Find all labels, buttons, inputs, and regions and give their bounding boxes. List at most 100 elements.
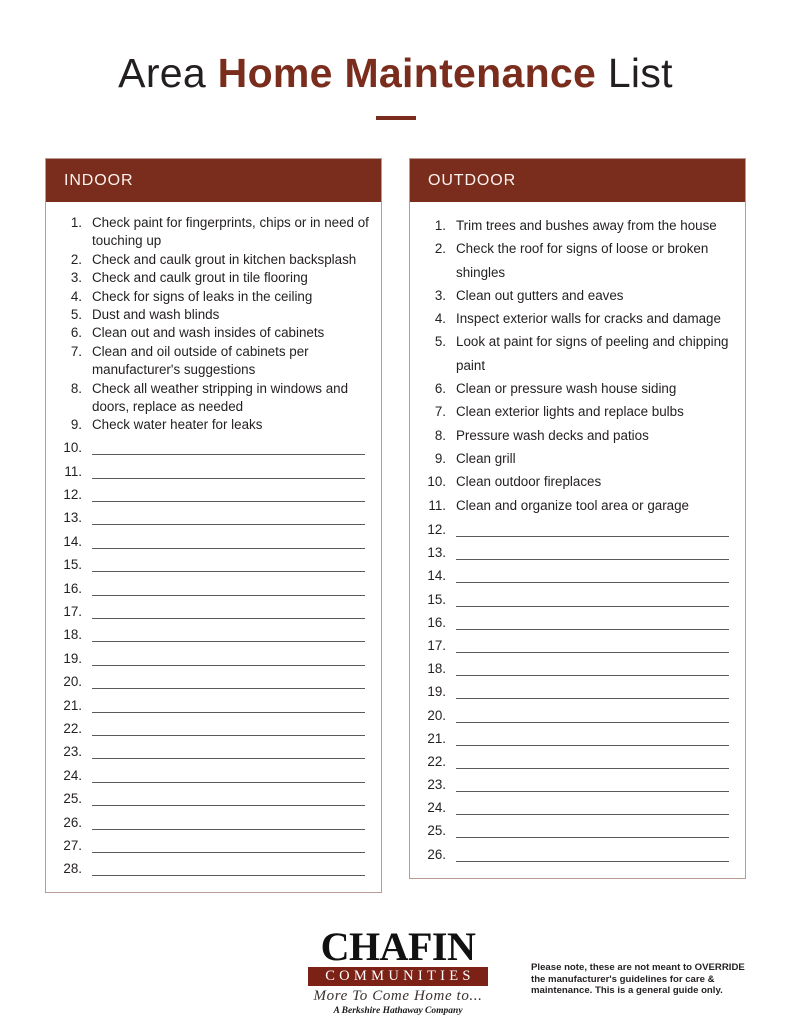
write-in-line[interactable]	[456, 605, 729, 607]
write-in-line[interactable]	[92, 875, 365, 877]
blank-list-item[interactable]: 19.	[422, 679, 733, 702]
list-item: 1. Trim trees and bushes away from the ho…	[422, 214, 733, 237]
outdoor-checklist: 1. Trim trees and bushes away from the ho…	[422, 214, 733, 865]
list-item: 5. Look at paint for signs of peeling and…	[422, 330, 733, 377]
write-in-line[interactable]	[456, 791, 729, 793]
list-item-number: 24.	[427, 800, 446, 816]
blank-list-item[interactable]: 18.	[422, 656, 733, 679]
blank-list-item[interactable]: 24.	[422, 795, 733, 818]
blank-list-item[interactable]: 22.	[422, 749, 733, 772]
outdoor-panel: OUTDOOR 1. Trim trees and bushes away fro…	[409, 158, 746, 879]
blank-list-item[interactable]: 14.	[422, 563, 733, 586]
list-item: 3. Check and caulk grout in tile flooring	[58, 269, 369, 287]
write-in-line[interactable]	[92, 758, 365, 760]
write-in-line[interactable]	[92, 805, 365, 807]
blank-list-item[interactable]: 20.	[422, 702, 733, 725]
checklist-columns: INDOOR 1. Check paint for fingerprints, c…	[45, 158, 746, 894]
blank-list-item[interactable]: 10.	[58, 435, 369, 458]
list-item-label: Look at paint for signs of peeling and c…	[456, 334, 729, 373]
blank-list-item[interactable]: 16.	[58, 575, 369, 598]
blank-list-item[interactable]: 20.	[58, 669, 369, 692]
list-item-number: 10.	[63, 440, 82, 456]
list-item-number: 25.	[63, 791, 82, 807]
write-in-line[interactable]	[92, 734, 365, 736]
blank-list-item[interactable]: 26.	[58, 809, 369, 832]
page-header: Area Home Maintenance List	[0, 0, 791, 121]
write-in-line[interactable]	[456, 651, 729, 653]
write-in-line[interactable]	[92, 641, 365, 643]
write-in-line[interactable]	[92, 547, 365, 549]
list-item-number: 11.	[428, 497, 446, 513]
list-item: 11. Clean and organize tool area or garag…	[422, 494, 733, 517]
write-in-line[interactable]	[456, 767, 729, 769]
write-in-line[interactable]	[92, 711, 365, 713]
write-in-line[interactable]	[92, 781, 365, 783]
blank-list-item[interactable]: 15.	[422, 586, 733, 609]
write-in-line[interactable]	[456, 721, 729, 723]
blank-list-item[interactable]: 15.	[58, 552, 369, 575]
page-title-accent: Home Maintenance	[217, 50, 597, 96]
write-in-line[interactable]	[456, 582, 729, 584]
write-in-line[interactable]	[92, 501, 365, 503]
write-in-line[interactable]	[456, 559, 729, 561]
write-in-line[interactable]	[92, 454, 365, 456]
blank-list-item[interactable]: 21.	[58, 692, 369, 715]
write-in-line[interactable]	[456, 536, 729, 538]
blank-list-item[interactable]: 19.	[58, 645, 369, 668]
list-item: 1. Check paint for fingerprints, chips or…	[58, 214, 369, 251]
list-item-number: 1.	[434, 218, 446, 233]
indoor-panel: INDOOR 1. Check paint for fingerprints, c…	[45, 158, 382, 894]
blank-list-item[interactable]: 16.	[422, 610, 733, 633]
write-in-line[interactable]	[456, 675, 729, 677]
list-item-number: 10.	[427, 474, 446, 490]
write-in-line[interactable]	[92, 828, 365, 830]
list-item-number: 4.	[434, 311, 446, 327]
list-item: 5. Dust and wash blinds	[58, 306, 369, 324]
write-in-line[interactable]	[92, 851, 365, 853]
blank-list-item[interactable]: 13.	[422, 540, 733, 563]
blank-list-item[interactable]: 24.	[58, 762, 369, 785]
blank-list-item[interactable]: 28.	[58, 856, 369, 879]
blank-list-item[interactable]: 13.	[58, 505, 369, 528]
logo-subtitle: COMMUNITIES	[325, 968, 475, 984]
write-in-line[interactable]	[456, 860, 729, 862]
write-in-line[interactable]	[456, 814, 729, 816]
list-item-number: 2.	[434, 241, 446, 257]
write-in-line[interactable]	[456, 698, 729, 700]
blank-list-item[interactable]: 25.	[422, 818, 733, 841]
write-in-line[interactable]	[92, 618, 365, 619]
list-item-number: 17.	[427, 637, 446, 653]
write-in-line[interactable]	[456, 837, 729, 839]
blank-list-item[interactable]: 18.	[58, 622, 369, 645]
blank-list-item[interactable]: 12.	[58, 482, 369, 505]
list-item: 7. Clean exterior lights and replace bulb…	[422, 400, 733, 423]
blank-list-item[interactable]: 27.	[58, 833, 369, 856]
blank-list-item[interactable]: 23.	[58, 739, 369, 762]
blank-list-item[interactable]: 26.	[422, 841, 733, 864]
blank-list-item[interactable]: 25.	[58, 786, 369, 809]
list-item-label: Clean grill	[456, 450, 516, 466]
write-in-line[interactable]	[92, 594, 365, 596]
blank-list-item[interactable]: 11.	[58, 458, 369, 481]
list-item-number: 2.	[70, 251, 82, 267]
write-in-line[interactable]	[456, 628, 729, 630]
list-item-label: Clean or pressure wash house siding	[456, 381, 677, 397]
write-in-line[interactable]	[92, 477, 365, 479]
blank-list-item[interactable]: 17.	[422, 633, 733, 656]
blank-list-item[interactable]: 22.	[58, 716, 369, 739]
blank-list-item[interactable]: 14.	[58, 528, 369, 551]
write-in-line[interactable]	[92, 688, 365, 690]
write-in-line[interactable]	[92, 524, 365, 526]
list-item-label: Clean outdoor fireplaces	[456, 474, 602, 490]
write-in-line[interactable]	[456, 744, 729, 746]
list-item-number: 7.	[70, 343, 82, 359]
list-item-number: 18.	[63, 627, 82, 643]
blank-list-item[interactable]: 21.	[422, 726, 733, 749]
indoor-panel-body: 1. Check paint for fingerprints, chips or…	[46, 202, 381, 892]
write-in-line[interactable]	[92, 571, 365, 573]
blank-list-item[interactable]: 23.	[422, 772, 733, 795]
blank-list-item[interactable]: 12.	[422, 517, 733, 540]
write-in-line[interactable]	[92, 664, 365, 666]
blank-list-item[interactable]: 17.	[58, 599, 369, 622]
chafin-communities-logo: CHAFIN COMMUNITIES More To Come Home to.…	[308, 927, 488, 1017]
